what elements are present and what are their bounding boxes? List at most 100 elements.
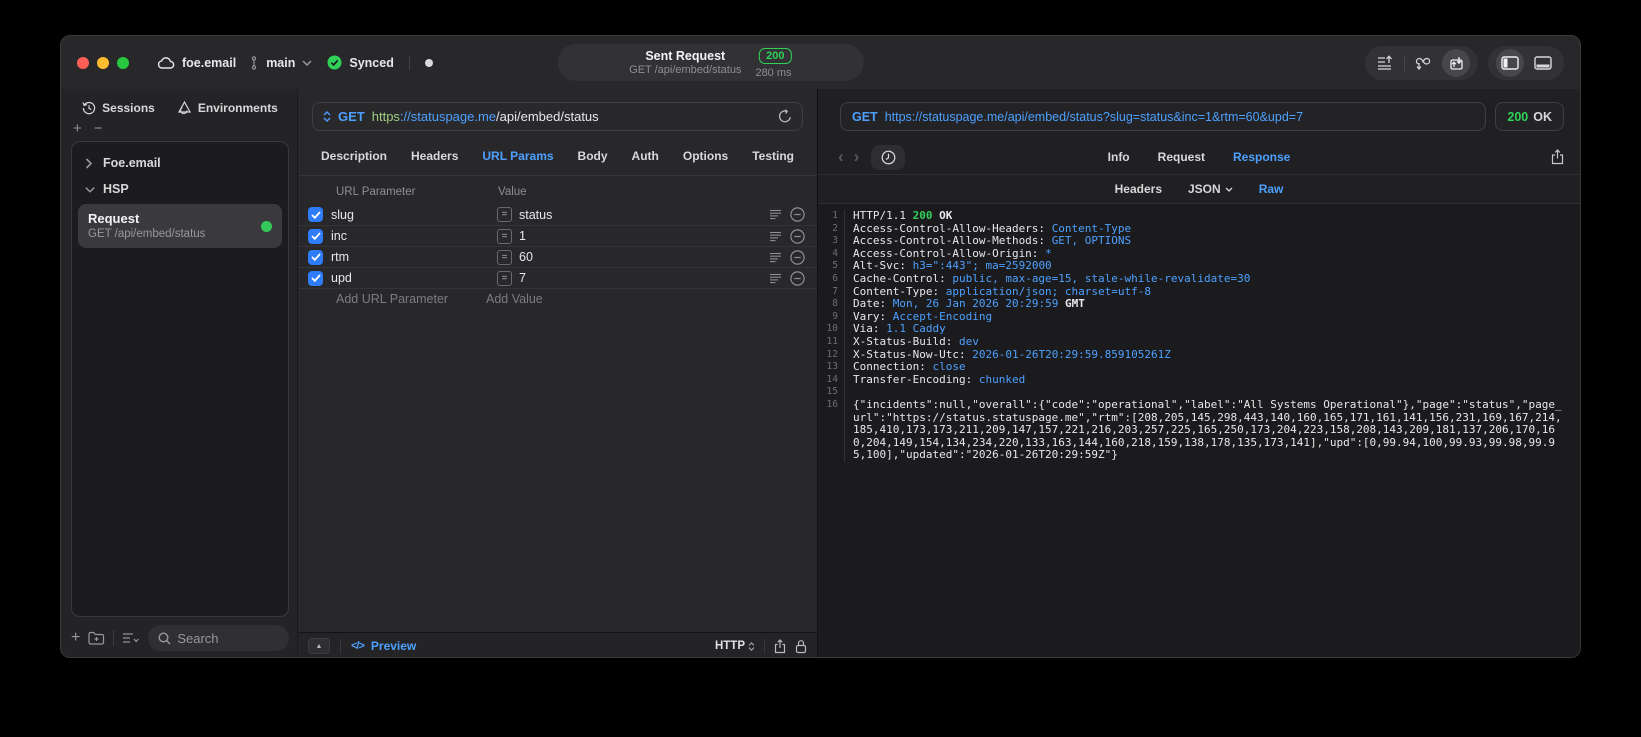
active-request-pill[interactable]: Sent Request GET /api/embed/status 200 2… [557, 44, 864, 81]
param-row[interactable]: inc = 1 [298, 225, 817, 246]
param-name[interactable]: slug [331, 208, 497, 222]
param-options-icon[interactable] [769, 252, 782, 263]
response-body[interactable]: 1 HTTP/1.1 200 OK 2 Access-Control-Allow-He… [818, 203, 1580, 657]
minimize-button[interactable] [97, 56, 109, 69]
add-value-placeholder[interactable]: Add Value [464, 292, 543, 306]
tab-environments[interactable]: Environments [177, 101, 278, 115]
tab-sessions[interactable]: Sessions [82, 101, 155, 115]
share-request-button[interactable] [774, 638, 786, 654]
param-row[interactable]: rtm = 60 [298, 246, 817, 267]
close-button[interactable] [77, 56, 89, 69]
response-subtab-raw[interactable]: Raw [1259, 182, 1284, 196]
request-url-bar[interactable]: GET https://statuspage.me/api/embed/stat… [312, 102, 803, 131]
sent-request-url-bar[interactable]: GET https://statuspage.me/api/embed/stat… [840, 102, 1487, 131]
panel-left-icon [1501, 55, 1519, 70]
unsaved-dot-indicator [424, 58, 433, 67]
new-folder-button[interactable] [88, 631, 105, 645]
preview-button[interactable]: </> Preview [351, 639, 416, 653]
expand-drawer-button[interactable]: ▲ [308, 638, 330, 654]
response-tab-response[interactable]: Response [1233, 150, 1290, 164]
remove-param-icon[interactable] [790, 249, 805, 265]
response-tab-info[interactable]: Info [1108, 150, 1130, 164]
request-tab-options[interactable]: Options [683, 149, 728, 163]
zoom-button[interactable] [117, 56, 129, 69]
branch-name[interactable]: main [266, 56, 295, 70]
request-list-export-button[interactable] [1370, 49, 1402, 77]
tree-group-foe-email[interactable]: Foe.email [77, 150, 283, 176]
param-value[interactable]: 7 [519, 271, 769, 285]
param-enabled-checkbox[interactable] [308, 207, 323, 222]
request-tab-body[interactable]: Body [578, 149, 608, 163]
param-name[interactable]: rtm [331, 250, 497, 264]
param-name[interactable]: upd [331, 271, 497, 285]
request-tab-url-params[interactable]: URL Params [482, 149, 553, 163]
param-value[interactable]: 60 [519, 250, 769, 264]
param-row[interactable]: upd = 7 [298, 267, 817, 288]
protocol-selector[interactable]: HTTP [715, 640, 755, 652]
project-name[interactable]: foe.email [182, 56, 236, 70]
remove-param-icon[interactable] [790, 228, 805, 244]
param-options-icon[interactable] [769, 209, 782, 220]
response-subtab-json[interactable]: JSON [1188, 182, 1233, 196]
remove-session-button[interactable]: − [94, 121, 103, 136]
param-options-icon[interactable] [769, 273, 782, 284]
session-tree-panel: Foe.email HSP Request GET /api/embed/sta… [71, 141, 289, 617]
tree-group-hsp[interactable]: HSP [77, 176, 283, 202]
request-url[interactable]: https://statuspage.me/api/embed/status [372, 109, 599, 124]
chevron-down-icon[interactable] [85, 186, 95, 193]
remove-param-icon[interactable] [790, 207, 805, 222]
param-enabled-checkbox[interactable] [308, 249, 323, 265]
param-operator[interactable]: = [497, 228, 512, 244]
param-operator[interactable]: = [497, 249, 512, 265]
code-icon: </> [351, 640, 365, 652]
param-operator[interactable]: = [497, 270, 512, 286]
param-options-icon[interactable] [769, 231, 782, 242]
request-tab-headers[interactable]: Headers [411, 149, 458, 163]
request-tab-description[interactable]: Description [321, 149, 387, 163]
line-number: 10 [826, 323, 838, 335]
response-line: 16 {"incidents":null,"overall":{"code":"o… [818, 398, 1566, 462]
add-request-button[interactable]: + [71, 629, 80, 647]
tab-sessions-label: Sessions [102, 101, 155, 115]
chevron-right-icon[interactable] [85, 157, 95, 169]
method-selector-icon[interactable] [323, 111, 331, 122]
toggle-left-panel-button[interactable] [1496, 48, 1524, 77]
history-button[interactable] [871, 144, 906, 170]
param-operator[interactable]: = [497, 207, 512, 222]
response-tab-request[interactable]: Request [1158, 150, 1205, 164]
add-param-row[interactable]: Add URL Parameter Add Value [298, 288, 817, 309]
app-window: foe.email main Synced Sent Request GET /… [60, 35, 1581, 658]
history-forward-button[interactable]: › [854, 147, 860, 167]
sort-filter-button[interactable] [122, 632, 140, 644]
request-method[interactable]: GET [338, 109, 365, 124]
param-value[interactable]: status [519, 208, 769, 222]
sidebar-search-input[interactable]: Search [148, 625, 289, 651]
cloud-icon [157, 56, 175, 69]
request-list-item-selected[interactable]: Request GET /api/embed/status [78, 204, 282, 248]
param-name[interactable]: inc [331, 229, 497, 243]
param-value[interactable]: 1 [519, 229, 769, 243]
lock-button[interactable] [795, 639, 807, 654]
history-clock-icon [82, 101, 96, 115]
flow-download-button[interactable] [1407, 49, 1439, 77]
line-content: Vary: Accept-Encoding [844, 310, 1566, 324]
request-tab-auth[interactable]: Auth [632, 149, 659, 163]
chevron-down-icon[interactable] [302, 59, 312, 66]
param-enabled-checkbox[interactable] [308, 228, 323, 244]
history-back-button[interactable]: ‹ [838, 147, 844, 167]
response-url: https://statuspage.me/api/embed/status?s… [884, 109, 1304, 124]
param-enabled-checkbox[interactable] [308, 270, 323, 286]
request-tab-testing[interactable]: Testing [752, 149, 794, 163]
preview-label: Preview [370, 639, 417, 653]
export-response-button[interactable] [1551, 149, 1564, 165]
import-request-button[interactable] [1442, 48, 1470, 77]
remove-param-icon[interactable] [790, 270, 805, 286]
add-session-button[interactable]: + [73, 121, 82, 136]
param-row[interactable]: slug = status [298, 204, 817, 225]
lines-upload-icon [1378, 55, 1392, 70]
response-subtab-headers[interactable]: Headers [1115, 182, 1162, 196]
resend-request-icon[interactable] [778, 109, 792, 124]
add-url-parameter-placeholder[interactable]: Add URL Parameter [298, 292, 464, 306]
toggle-bottom-panel-button[interactable] [1527, 49, 1559, 77]
request-title: Sent Request [645, 48, 726, 63]
